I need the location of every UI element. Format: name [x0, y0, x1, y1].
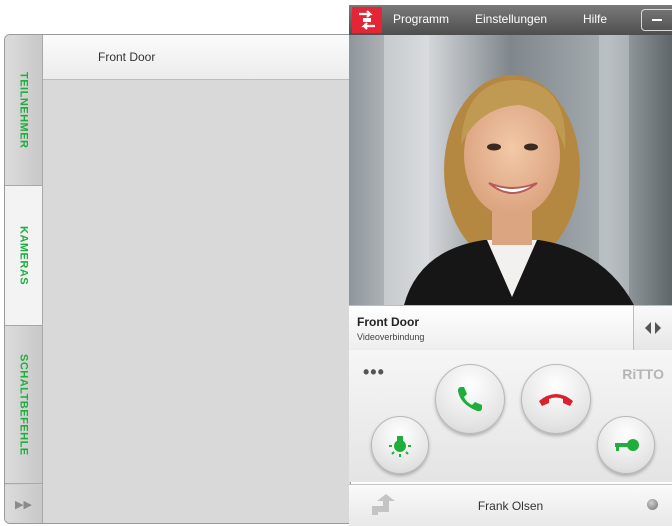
accept-call-button[interactable] [435, 364, 505, 434]
call-info-bar: Front Door Videoverbindung [349, 305, 672, 351]
hang-up-button[interactable] [521, 364, 591, 434]
phone-hangup-icon [539, 394, 573, 406]
left-right-arrows-icon [645, 322, 661, 334]
minimize-icon [652, 19, 662, 21]
light-button[interactable] [371, 416, 429, 474]
status-bar: Frank Olsen [349, 484, 672, 526]
current-user: Frank Olsen [477, 499, 544, 513]
vertical-tab-bar: TEILNEHMER KAMERAS SCHALTBEFEHLE ▶▶ [5, 35, 43, 523]
menu-programm[interactable]: Programm [393, 12, 449, 26]
tab-kameras[interactable]: KAMERAS [5, 186, 42, 326]
minimize-button[interactable] [641, 9, 672, 31]
caller-video-image [349, 35, 672, 305]
panel-toggle-button[interactable] [633, 306, 672, 350]
key-icon [615, 439, 639, 451]
more-options-button[interactable]: ••• [363, 362, 385, 383]
video-feed [349, 35, 672, 305]
phone-accept-icon [458, 387, 482, 412]
tab-schaltbefehle-label: SCHALTBEFEHLE [17, 353, 30, 456]
side-panel: TEILNEHMER KAMERAS SCHALTBEFEHLE ▶▶ Fron… [4, 34, 351, 524]
list-item[interactable]: Front Door [43, 35, 350, 80]
status-led-icon [647, 499, 658, 510]
brand-logo: RiTTO [622, 366, 664, 382]
menu-hilfe[interactable]: Hilfe [583, 12, 607, 26]
tab-teilnehmer[interactable]: TEILNEHMER [5, 35, 42, 186]
door-open-button[interactable] [597, 416, 655, 474]
expand-tabs-button[interactable]: ▶▶ [5, 485, 42, 523]
call-controls: ••• RiTTO [349, 350, 672, 482]
tab-schaltbefehle[interactable]: SCHALTBEFEHLE [5, 326, 42, 484]
tab-kameras-label: KAMERAS [17, 225, 30, 286]
menu-bar: Programm Einstellungen Hilfe [349, 5, 672, 35]
camera-list: Front Door [43, 35, 350, 523]
light-bulb-icon [389, 436, 411, 457]
connection-status: Videoverbindung [357, 332, 425, 342]
app-logo-icon [352, 7, 382, 33]
caller-name: Front Door [357, 315, 419, 329]
double-chevron-right-icon: ▶▶ [15, 498, 32, 511]
menu-einstellungen[interactable]: Einstellungen [475, 12, 547, 26]
tab-teilnehmer-label: TEILNEHMER [17, 71, 30, 149]
list-item-label: Front Door [98, 50, 156, 64]
